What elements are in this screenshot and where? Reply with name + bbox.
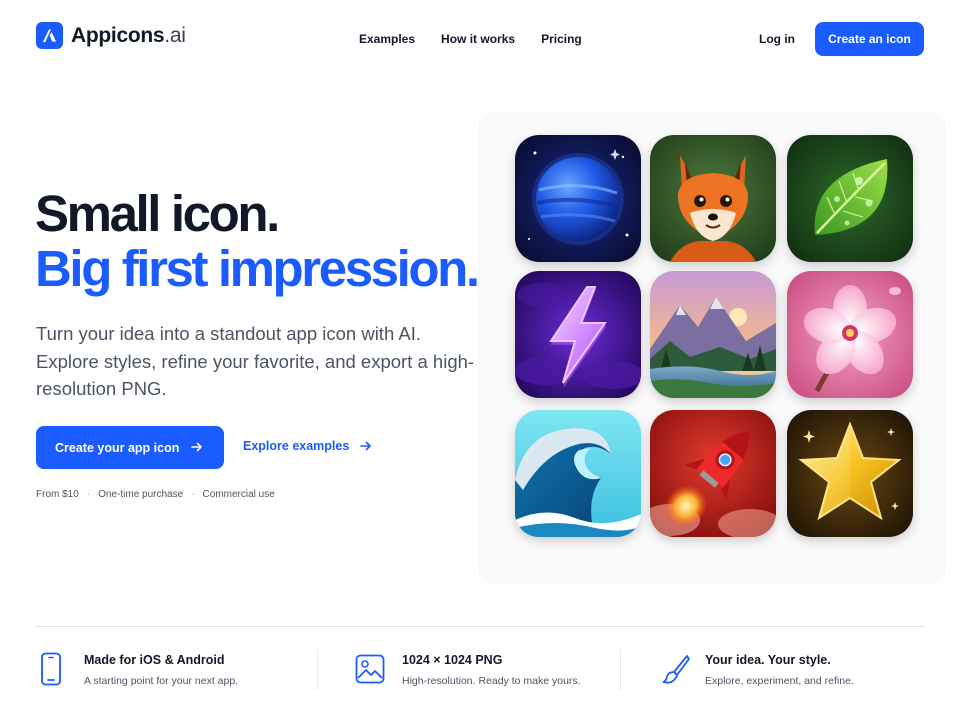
feature-title: 1024 × 1024 PNG (402, 653, 503, 667)
feature-style: Your idea. Your style. Explore, experime… (662, 650, 912, 694)
feature-description: Explore, experiment, and refine. (705, 675, 854, 687)
leaf-icon[interactable] (787, 135, 913, 262)
feature-title: Made for iOS & Android (84, 653, 225, 667)
create-app-icon-button[interactable]: Create your app icon (36, 426, 224, 469)
feature-separator (317, 649, 318, 690)
nav-link-pricing[interactable]: Pricing (541, 32, 582, 46)
arrow-right-icon (360, 441, 372, 451)
hero-title-line2: Big first impression. (35, 240, 480, 297)
meta-separator: · (191, 489, 195, 500)
meta-purchase: One-time purchase (98, 489, 184, 500)
login-link[interactable]: Log in (759, 32, 795, 46)
nav-link-how-it-works[interactable]: How it works (441, 32, 515, 46)
brand-name: Appicons.ai (71, 23, 186, 47)
meta-price: From $10 (36, 489, 79, 500)
feature-platforms: Made for iOS & Android A starting point … (40, 650, 300, 694)
explore-examples-link[interactable]: Explore examples (243, 439, 373, 453)
feature-description: A starting point for your next app. (84, 675, 239, 687)
rocket-icon[interactable] (650, 410, 776, 537)
image-icon (355, 654, 385, 684)
cherry-blossom-icon[interactable] (787, 271, 913, 398)
create-icon-button[interactable]: Create an icon (815, 22, 924, 56)
planet-icon[interactable] (515, 135, 641, 262)
hero-subtitle: Turn your idea into a standout app icon … (36, 323, 475, 399)
hero-title-line1: Small icon. (35, 185, 280, 242)
arrow-right-icon (191, 442, 202, 452)
lightning-icon[interactable] (515, 271, 641, 398)
meta-separator: · (86, 489, 91, 500)
features-divider (36, 626, 924, 627)
brush-icon (662, 655, 690, 684)
meta-license: Commercial use (202, 489, 275, 500)
logo[interactable]: Appicons.ai (36, 22, 186, 49)
nav-link-examples[interactable]: Examples (359, 32, 415, 46)
phone-icon (41, 652, 61, 686)
feature-description: High-resolution. Ready to make yours. (402, 675, 581, 687)
explore-examples-label: Explore examples (243, 439, 350, 453)
feature-resolution: 1024 × 1024 PNG High-resolution. Ready t… (355, 650, 605, 694)
feature-separator (620, 649, 621, 690)
create-app-icon-label: Create your app icon (55, 440, 180, 455)
mountain-lake-icon[interactable] (650, 271, 776, 398)
logo-mark-icon (36, 22, 63, 49)
feature-title: Your idea. Your style. (705, 653, 831, 667)
fox-icon[interactable] (650, 135, 776, 262)
wave-icon[interactable] (515, 410, 641, 537)
star-icon[interactable] (787, 410, 913, 537)
nav-links: Examples How it works Pricing (359, 32, 608, 46)
top-nav: Appicons.ai Examples How it works Pricin… (0, 0, 960, 78)
pricing-meta: From $10 · One-time purchase · Commercia… (36, 489, 275, 500)
